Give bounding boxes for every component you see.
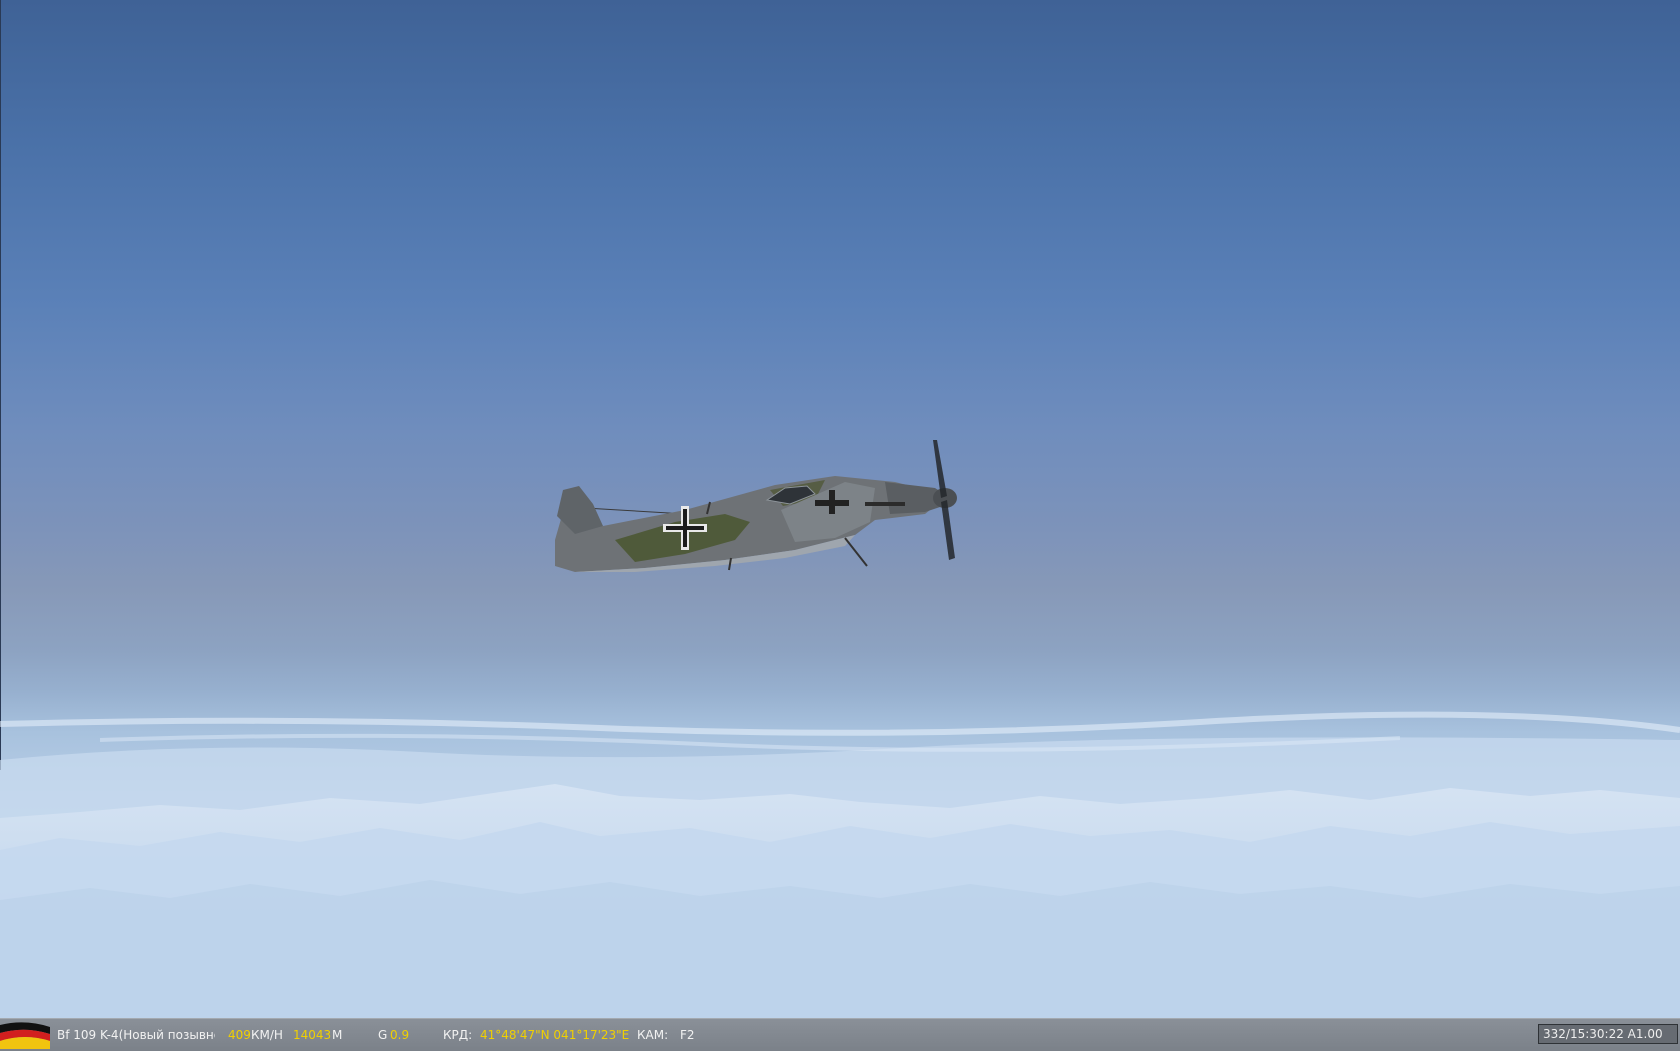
mission-time-display: 332/15:30:22 A1.00: [1538, 1024, 1678, 1044]
viewport-edge-line: [0, 0, 1, 770]
altitude-value: 14043: [293, 1028, 332, 1042]
g-force-value: 0.9: [390, 1028, 410, 1042]
game-viewport[interactable]: [0, 0, 1680, 1018]
germany-flag-icon: [0, 1022, 50, 1049]
coordinates-value: 41°48'47"N 041°17'23"E: [480, 1028, 630, 1042]
camera-label: КАМ:: [637, 1028, 669, 1042]
speed-value: 409: [228, 1028, 251, 1042]
coordinates-label: КРД:: [443, 1028, 473, 1042]
g-force-label: G: [378, 1028, 388, 1042]
snowy-mountains-terrain: [0, 711, 1680, 1018]
camera-value: F2: [680, 1028, 695, 1042]
speed-unit: КМ/Н: [251, 1028, 283, 1042]
aircraft-name-label: Bf 109 K-4(Новый позывнс: [57, 1028, 215, 1042]
hud-status-bar: Bf 109 K-4(Новый позывнс 409 КМ/Н 14043 …: [0, 1018, 1680, 1051]
bf109-aircraft: [555, 440, 957, 572]
altitude-unit: М: [332, 1028, 343, 1042]
